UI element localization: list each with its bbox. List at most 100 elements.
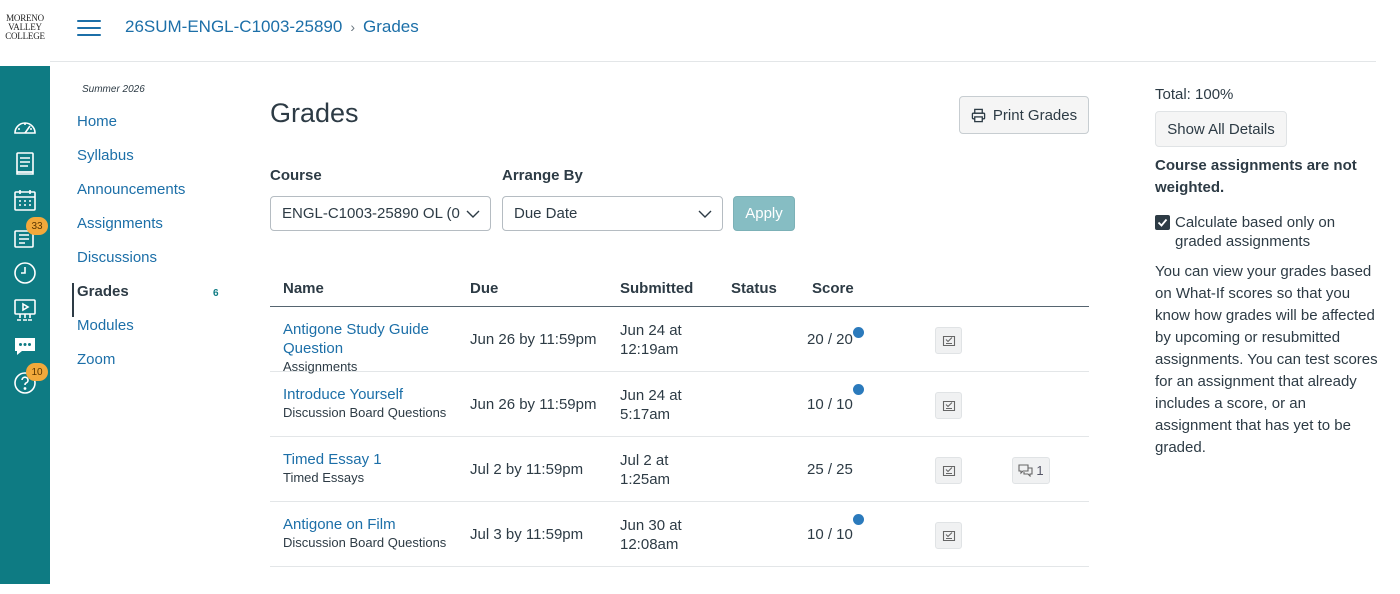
calculate-graded-only-checkbox[interactable]: Calculate based only on graded assignmen…: [1155, 213, 1380, 251]
comment-icon: [1018, 464, 1033, 477]
chat-icon: [15, 338, 35, 355]
course-nav-discussions[interactable]: Discussions: [72, 249, 232, 283]
submitted-time: 1:25am: [620, 471, 671, 488]
what-if-explanation: You can view your grades based on What-I…: [1155, 263, 1378, 456]
assignment-group: Discussion Board Questions: [283, 535, 447, 550]
assignment-link[interactable]: Antigone on Film: [283, 515, 463, 534]
checkbox-checked-icon[interactable]: [1155, 215, 1170, 230]
help-badge: 10: [26, 363, 48, 381]
course-nav: Summer 2026 Home Syllabus Announcements …: [72, 84, 232, 385]
assignment-cell: Antigone on Film Discussion Board Questi…: [283, 515, 463, 551]
score[interactable]: 10 / 10: [807, 372, 853, 437]
column-header-submitted[interactable]: Submitted: [620, 280, 693, 297]
courses-nav-link[interactable]: [0, 146, 50, 180]
dashboard-nav-link[interactable]: [0, 110, 50, 144]
course-select-label: Course: [270, 167, 322, 184]
course-nav-syllabus[interactable]: Syllabus: [72, 147, 232, 181]
total-grade: Total: 100%: [1155, 86, 1234, 103]
course-select-value: ENGL-C1003-25890 OL (0: [282, 205, 460, 222]
studio-icon: [14, 299, 36, 321]
submitted-cell: Jul 2 at 1:25am: [620, 451, 710, 489]
course-nav-assignments[interactable]: Assignments: [72, 215, 232, 249]
clock-icon: [14, 262, 36, 284]
what-if-button[interactable]: [935, 327, 962, 354]
arrange-by-value: Due Date: [514, 205, 578, 222]
table-header-row: Name Due Submitted Status Score: [270, 270, 1089, 307]
weighting-note: Course assignments are not weighted.: [1155, 157, 1357, 196]
course-nav-grades[interactable]: Grades 6: [72, 283, 232, 317]
due-date: Jun 26 by 11:59pm: [470, 331, 597, 348]
global-nav: MORENO VALLEY COLLEGE 33 10: [0, 0, 50, 594]
submitted-date: Jun 30 at: [620, 517, 682, 534]
due-date: Jul 2 by 11:59pm: [470, 461, 584, 478]
calculate-graded-only-label: Calculate based only on graded assignmen…: [1175, 214, 1336, 250]
grades-count-badge: 6: [213, 288, 219, 299]
column-header-status[interactable]: Status: [731, 280, 777, 297]
chevron-down-icon: [466, 210, 480, 218]
breadcrumb: 26SUM-ENGL-C1003-25890 › Grades: [125, 17, 419, 37]
print-grades-button[interactable]: Print Grades: [959, 96, 1089, 134]
what-if-button[interactable]: [935, 522, 962, 549]
table-row: Introduce Yourself Discussion Board Ques…: [270, 372, 1089, 437]
comments-button[interactable]: 1: [1012, 457, 1050, 484]
studio-nav-link[interactable]: [0, 293, 50, 327]
score[interactable]: 25 / 25: [807, 437, 853, 502]
what-if-button[interactable]: [935, 457, 962, 484]
unread-dot-icon: [853, 384, 864, 395]
column-header-score[interactable]: Score: [812, 280, 854, 297]
page-title: Grades: [270, 98, 359, 128]
breadcrumb-separator-icon: ›: [350, 19, 356, 35]
score[interactable]: 10 / 10: [807, 502, 853, 567]
arrange-by-select[interactable]: Due Date: [502, 196, 723, 231]
inbox-nav-link[interactable]: 33: [0, 217, 50, 254]
assignment-link[interactable]: Timed Essay 1: [283, 450, 463, 469]
assignment-link[interactable]: Antigone Study Guide Question: [283, 320, 463, 358]
submitted-cell: Jun 24 at 5:17am: [620, 386, 710, 424]
show-all-details-button[interactable]: Show All Details: [1155, 111, 1287, 147]
course-nav-grades-label: Grades: [77, 283, 129, 300]
due-date: Jul 3 by 11:59pm: [470, 526, 584, 543]
table-row: Timed Essay 1 Timed Essays Jul 2 by 11:5…: [270, 437, 1089, 502]
breadcrumb-grades-link[interactable]: Grades: [363, 17, 419, 37]
breadcrumb-course-link[interactable]: 26SUM-ENGL-C1003-25890: [125, 17, 342, 37]
what-if-button[interactable]: [935, 392, 962, 419]
help-nav-link[interactable]: 10: [0, 363, 50, 400]
column-header-name[interactable]: Name: [283, 280, 324, 297]
assignment-group: Timed Essays: [283, 470, 365, 485]
submitted-time: 5:17am: [620, 406, 671, 423]
hamburger-menu-icon[interactable]: [77, 20, 101, 38]
arrange-by-label: Arrange By: [502, 167, 583, 184]
course-nav-announcements[interactable]: Announcements: [72, 181, 232, 215]
score[interactable]: 20 / 20: [807, 307, 853, 372]
chat-nav-link[interactable]: [0, 329, 50, 363]
inbox-unread-badge: 33: [26, 217, 48, 235]
assignment-cell: Timed Essay 1 Timed Essays: [283, 450, 463, 486]
calendar-nav-link[interactable]: [0, 183, 50, 217]
submitted-time: 12:19am: [620, 341, 679, 358]
college-logo[interactable]: MORENO VALLEY COLLEGE: [0, 14, 50, 48]
page-header: 26SUM-ENGL-C1003-25890 › Grades: [50, 0, 1376, 62]
submitted-date: Jun 24 at: [620, 322, 682, 339]
table-row: Antigone Study Guide Question Assignment…: [270, 307, 1089, 375]
due-date: Jun 26 by 11:59pm: [470, 396, 597, 413]
unread-dot-icon: [853, 514, 864, 525]
printer-icon: [971, 108, 986, 122]
score-details-icon: [942, 465, 955, 476]
dashboard-icon: [14, 122, 36, 134]
apply-button[interactable]: Apply: [733, 196, 795, 231]
assignment-link[interactable]: Introduce Yourself: [283, 385, 463, 404]
column-header-due[interactable]: Due: [470, 280, 498, 297]
history-nav-link[interactable]: [0, 256, 50, 290]
global-nav-bar: 33 10: [0, 66, 50, 584]
course-nav-modules[interactable]: Modules: [72, 317, 232, 351]
grades-table: Name Due Submitted Status Score Antigone…: [270, 270, 1089, 567]
course-nav-home[interactable]: Home: [72, 113, 232, 147]
score-details-icon: [942, 400, 955, 411]
course-nav-zoom[interactable]: Zoom: [72, 351, 232, 385]
assignment-cell: Antigone Study Guide Question Assignment…: [283, 320, 463, 375]
print-grades-label: Print Grades: [992, 106, 1078, 124]
courses-icon: [16, 152, 34, 175]
term-label: Summer 2026: [82, 84, 145, 95]
course-select[interactable]: ENGL-C1003-25890 OL (0: [270, 196, 491, 231]
table-row: Antigone on Film Discussion Board Questi…: [270, 502, 1089, 567]
